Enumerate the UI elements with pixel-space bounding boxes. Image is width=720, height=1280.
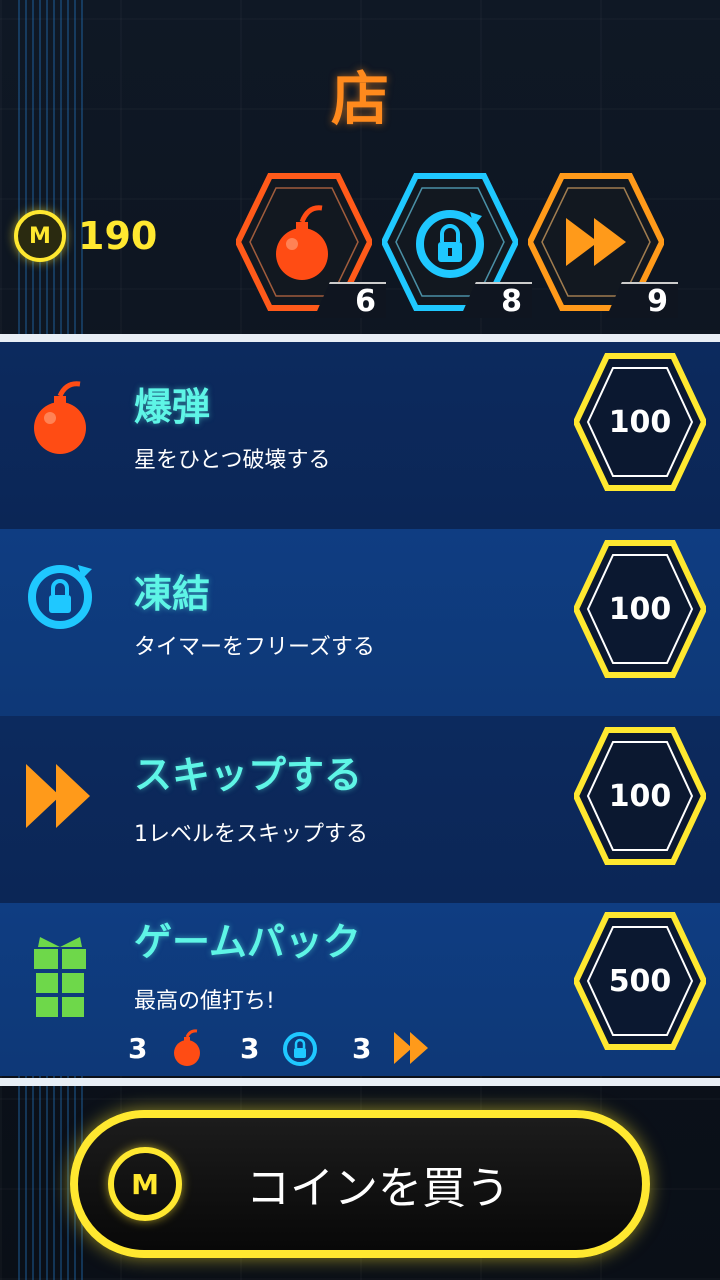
item-name: 爆弾 [134, 385, 211, 429]
pack-freeze-count: 3 [240, 1031, 260, 1065]
skip-icon [26, 764, 90, 828]
gift-icon [34, 937, 86, 1017]
freeze-icon [283, 1032, 317, 1066]
item-name: ゲームパック [134, 920, 361, 964]
freeze-icon [28, 565, 92, 629]
price-label: 100 [608, 404, 672, 440]
pack-contents: 3 3 3 [128, 1028, 464, 1068]
pack-skip-count: 3 [352, 1031, 372, 1065]
price-button[interactable]: 100 [572, 726, 708, 866]
price-button[interactable]: 500 [572, 911, 708, 1051]
inventory-skip: 9 [528, 172, 678, 322]
price-label: 100 [608, 591, 672, 627]
buy-coins-button[interactable]: M コインを買う [70, 1110, 650, 1258]
coin-icon: M [108, 1147, 182, 1221]
coin-balance: M 190 [14, 206, 157, 266]
coin-icon: M [14, 210, 66, 262]
price-button[interactable]: 100 [572, 539, 708, 679]
inventory-bomb: 6 [236, 172, 386, 322]
bomb-icon [34, 381, 86, 454]
divider [0, 1078, 720, 1086]
divider [0, 334, 720, 342]
item-description: タイマーをフリーズする [134, 635, 375, 660]
coin-count: 190 [78, 214, 158, 258]
pack-bomb-count: 3 [128, 1031, 148, 1065]
skip-icon [394, 1032, 428, 1064]
page-title: 店 [330, 65, 389, 133]
shop-item-bomb[interactable]: 爆弾 星をひとつ破壊する 100 [0, 342, 720, 529]
price-label: 500 [608, 963, 672, 999]
shop-item-freeze[interactable]: 凍結 タイマーをフリーズする 100 [0, 529, 720, 716]
bomb-icon [174, 1029, 200, 1066]
shop-item-skip[interactable]: スキップする 1レベルをスキップする 100 [0, 716, 720, 903]
price-label: 100 [608, 778, 672, 814]
item-name: スキップする [134, 753, 363, 797]
item-description: 1レベルをスキップする [134, 822, 368, 847]
price-button[interactable]: 100 [572, 352, 708, 492]
buy-coins-label: コインを買う [246, 1163, 510, 1214]
item-description: 最高の値打ち! [134, 989, 275, 1014]
inventory-freeze: 8 [382, 172, 532, 322]
item-description: 星をひとつ破壊する [134, 448, 331, 473]
item-name: 凍結 [134, 572, 211, 616]
